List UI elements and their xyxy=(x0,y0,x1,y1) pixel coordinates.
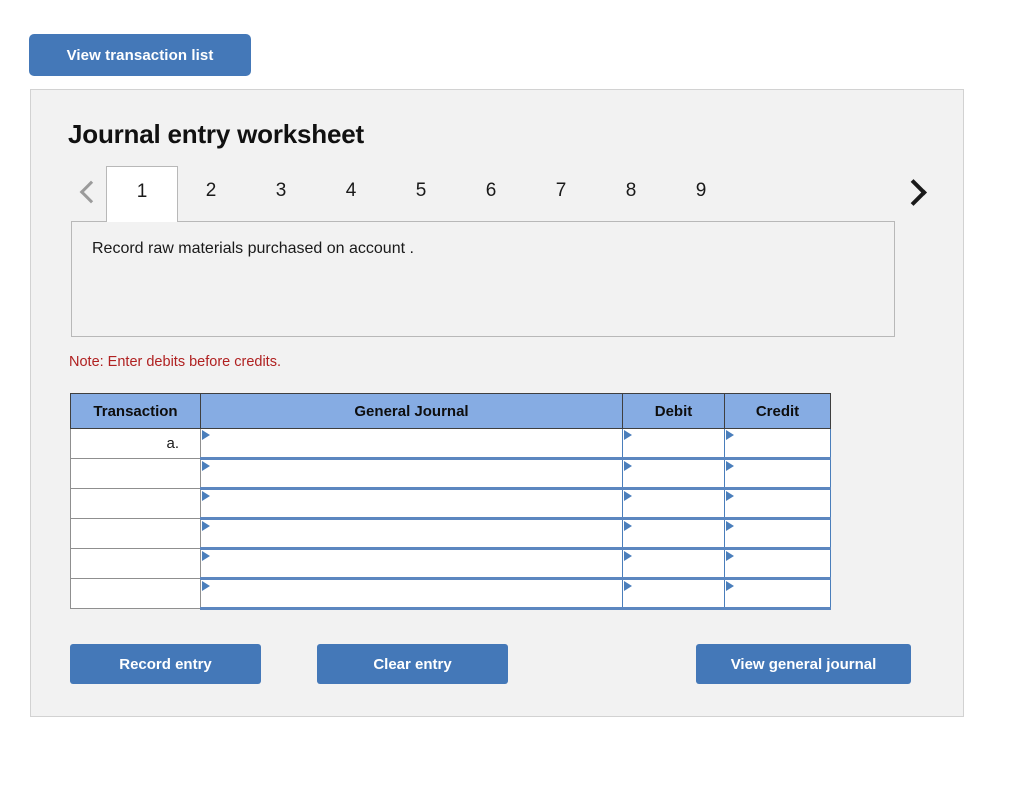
column-header-debit: Debit xyxy=(622,393,725,429)
credit-cell[interactable] xyxy=(724,457,831,490)
credit-cell[interactable] xyxy=(724,517,831,550)
dropdown-triangle-icon xyxy=(726,551,734,561)
column-header-transaction: Transaction xyxy=(70,393,201,429)
general-journal-cell[interactable] xyxy=(200,577,623,610)
transaction-cell xyxy=(70,458,201,489)
dropdown-triangle-icon xyxy=(202,461,210,471)
transaction-cell xyxy=(70,518,201,549)
journal-entry-panel: Journal entry worksheet 123456789 Record… xyxy=(30,89,964,717)
debit-cell[interactable] xyxy=(622,577,725,610)
table-row: a. xyxy=(70,428,831,460)
transaction-description-text: Record raw materials purchased on accoun… xyxy=(92,240,414,257)
dropdown-triangle-icon xyxy=(726,521,734,531)
general-journal-cell[interactable] xyxy=(200,457,623,490)
credit-cell[interactable] xyxy=(724,487,831,520)
general-journal-cell[interactable] xyxy=(200,428,623,460)
worksheet-tab-8[interactable]: 8 xyxy=(596,166,666,222)
clear-entry-button[interactable]: Clear entry xyxy=(317,644,508,684)
general-journal-cell[interactable] xyxy=(200,547,623,580)
worksheet-tab-7[interactable]: 7 xyxy=(526,166,596,222)
dropdown-triangle-icon xyxy=(726,581,734,591)
general-journal-cell[interactable] xyxy=(200,487,623,520)
dropdown-triangle-icon xyxy=(202,430,210,440)
dropdown-triangle-icon xyxy=(202,581,210,591)
debit-cell[interactable] xyxy=(622,487,725,520)
debits-before-credits-note: Note: Enter debits before credits. xyxy=(69,354,281,370)
dropdown-triangle-icon xyxy=(202,491,210,501)
dropdown-triangle-icon xyxy=(624,430,632,440)
debit-cell[interactable] xyxy=(622,457,725,490)
chevron-left-icon xyxy=(79,180,103,204)
page-title: Journal entry worksheet xyxy=(68,119,364,149)
table-row xyxy=(70,577,831,610)
debit-cell[interactable] xyxy=(622,547,725,580)
general-journal-cell[interactable] xyxy=(200,517,623,550)
dropdown-triangle-icon xyxy=(202,521,210,531)
worksheet-tab-bar: 123456789 xyxy=(68,166,932,222)
worksheet-tab-1[interactable]: 1 xyxy=(106,166,178,222)
journal-entry-table: Transaction General Journal Debit Credit… xyxy=(70,393,831,610)
table-header-row: Transaction General Journal Debit Credit xyxy=(70,393,831,429)
column-header-credit: Credit xyxy=(724,393,831,429)
dropdown-triangle-icon xyxy=(726,430,734,440)
page-root: View transaction list Journal entry work… xyxy=(0,0,1024,794)
dropdown-triangle-icon xyxy=(624,581,632,591)
worksheet-tab-6[interactable]: 6 xyxy=(456,166,526,222)
table-row xyxy=(70,487,831,520)
dropdown-triangle-icon xyxy=(726,461,734,471)
transaction-cell: a. xyxy=(70,428,201,459)
transaction-cell xyxy=(70,488,201,519)
worksheet-tab-9[interactable]: 9 xyxy=(666,166,736,222)
chevron-right-icon xyxy=(899,178,927,206)
debit-cell[interactable] xyxy=(622,517,725,550)
dropdown-triangle-icon xyxy=(624,551,632,561)
record-entry-button[interactable]: Record entry xyxy=(70,644,261,684)
next-tab-button[interactable] xyxy=(898,166,932,218)
transaction-cell xyxy=(70,578,201,609)
worksheet-tab-2[interactable]: 2 xyxy=(176,166,246,222)
debit-cell[interactable] xyxy=(622,428,725,460)
dropdown-triangle-icon xyxy=(202,551,210,561)
previous-tab-button[interactable] xyxy=(72,166,106,218)
table-row xyxy=(70,517,831,550)
worksheet-tab-4[interactable]: 4 xyxy=(316,166,386,222)
transaction-cell xyxy=(70,548,201,579)
view-general-journal-button[interactable]: View general journal xyxy=(696,644,911,684)
table-row xyxy=(70,547,831,580)
view-transaction-list-button[interactable]: View transaction list xyxy=(29,34,251,76)
dropdown-triangle-icon xyxy=(624,521,632,531)
dropdown-triangle-icon xyxy=(624,461,632,471)
credit-cell[interactable] xyxy=(724,547,831,580)
table-row xyxy=(70,457,831,490)
column-header-general-journal: General Journal xyxy=(200,393,623,429)
worksheet-tab-5[interactable]: 5 xyxy=(386,166,456,222)
dropdown-triangle-icon xyxy=(726,491,734,501)
dropdown-triangle-icon xyxy=(624,491,632,501)
transaction-description-box: Record raw materials purchased on accoun… xyxy=(71,221,895,337)
worksheet-tab-3[interactable]: 3 xyxy=(246,166,316,222)
credit-cell[interactable] xyxy=(724,577,831,610)
credit-cell[interactable] xyxy=(724,428,831,460)
